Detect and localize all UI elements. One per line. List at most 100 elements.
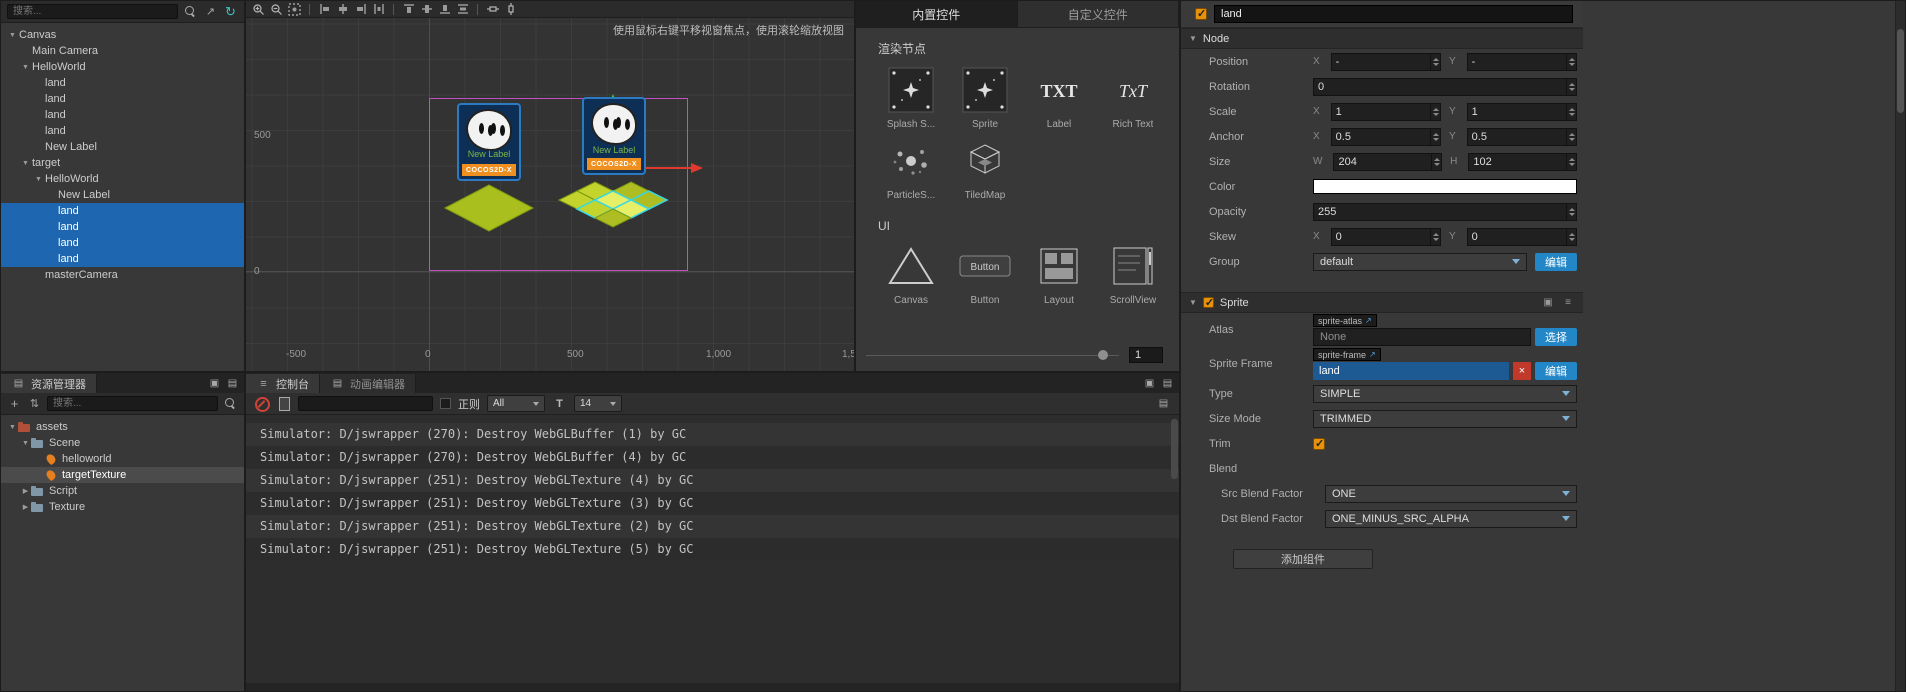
search-icon[interactable] (223, 396, 238, 411)
tab-assets[interactable]: 资源管理器 (1, 374, 97, 393)
widget-item-button[interactable]: Button Button (952, 241, 1018, 306)
hierarchy-tree-row[interactable]: land (1, 235, 244, 251)
node-section-header[interactable]: ▼ Node (1181, 28, 1583, 49)
scale-y-input[interactable]: 1 (1466, 102, 1577, 121)
zoom-out-icon[interactable] (270, 3, 283, 16)
hierarchy-tree-row[interactable]: land (1, 219, 244, 235)
sprite-section-header[interactable]: ▼ Sprite (1181, 292, 1583, 313)
group-dropdown[interactable]: default (1313, 252, 1527, 271)
scene-viewport[interactable]: 使用鼠标右键平移视窗焦点，使用滚轮缩放视图 COCOS2D-X COCOS2D-… (246, 18, 854, 371)
widget-item-sprite[interactable]: Sprite (952, 65, 1018, 130)
stepper[interactable] (1566, 103, 1576, 120)
stepper[interactable] (1430, 228, 1440, 245)
console-scrollbar[interactable] (1171, 419, 1178, 479)
sprite-frame-value-field[interactable]: land (1313, 362, 1509, 380)
stepper[interactable] (1566, 53, 1576, 70)
size-mode-dropdown[interactable]: TRIMMED (1313, 409, 1577, 428)
distribute-v-icon[interactable] (456, 3, 469, 16)
stepper[interactable] (1431, 153, 1441, 170)
hierarchy-tree-row[interactable]: target (1, 155, 244, 171)
panel-layout-icon[interactable] (225, 376, 240, 391)
clear-console-icon[interactable] (254, 396, 270, 412)
trim-checkbox[interactable] (1313, 437, 1325, 450)
expander-icon[interactable] (7, 32, 18, 39)
refresh-icon[interactable] (223, 4, 238, 19)
asset-tree-row[interactable]: Scene (1, 435, 244, 451)
stepper[interactable] (1566, 203, 1576, 220)
stepper[interactable] (1430, 103, 1440, 120)
hierarchy-tree-row[interactable]: land (1, 123, 244, 139)
expander-icon[interactable] (33, 176, 44, 183)
cocos-logo-sprite[interactable]: COCOS2D-X (457, 103, 521, 181)
widget-item-layout[interactable]: Layout (1026, 241, 1092, 306)
align-left-icon[interactable] (318, 3, 331, 16)
asset-tree-row[interactable]: targetTexture (1, 467, 244, 483)
select-atlas-button[interactable]: 选择 (1535, 328, 1577, 346)
stepper[interactable] (1430, 53, 1440, 70)
add-asset-icon[interactable] (7, 396, 22, 411)
float-panel-icon[interactable] (207, 376, 222, 391)
inspector-scrollbar[interactable] (1895, 1, 1905, 691)
component-doc-icon[interactable] (1541, 296, 1555, 310)
stepper[interactable] (1566, 228, 1576, 245)
component-menu-icon[interactable] (1561, 296, 1575, 310)
tab-animation-editor[interactable]: 动画编辑器 (320, 374, 416, 393)
align-center-h-icon[interactable] (336, 3, 349, 16)
stepper[interactable] (1566, 153, 1576, 170)
edit-sprite-frame-button[interactable]: 编辑 (1535, 362, 1577, 380)
expander-icon[interactable] (20, 440, 31, 447)
widget-item-tiledmap[interactable]: TiledMap (952, 136, 1018, 201)
widget-item-label[interactable]: TXT Label (1026, 65, 1092, 130)
external-link-icon[interactable]: ↗ (1365, 316, 1372, 325)
external-link-icon[interactable] (203, 4, 218, 19)
search-icon[interactable] (183, 4, 198, 19)
tile-cluster[interactable] (557, 181, 669, 228)
skew-y-input[interactable]: 0 (1466, 227, 1577, 246)
atlas-value-field[interactable]: None (1313, 328, 1531, 346)
sort-icon[interactable] (27, 396, 42, 411)
panel-layout-icon[interactable] (1160, 376, 1175, 391)
hierarchy-tree-row[interactable]: land (1, 251, 244, 267)
hierarchy-search-input[interactable] (7, 4, 178, 19)
widget-item-scrollview[interactable]: ScrollView (1100, 241, 1166, 306)
expander-icon[interactable] (20, 503, 31, 511)
tab-console[interactable]: 控制台 (246, 374, 320, 393)
log-file-icon[interactable] (276, 396, 291, 411)
expander-icon[interactable] (20, 64, 31, 71)
node-name-input[interactable] (1214, 5, 1573, 23)
position-y-input[interactable]: - (1466, 52, 1577, 71)
src-blend-dropdown[interactable]: ONE (1325, 484, 1577, 503)
hierarchy-tree-row[interactable]: HelloWorld (1, 171, 244, 187)
asset-tree-row[interactable]: Script (1, 483, 244, 499)
expander-icon[interactable] (7, 424, 18, 431)
expander-icon[interactable] (20, 487, 31, 495)
asset-tree-row[interactable]: assets (1, 419, 244, 435)
hierarchy-tree-row[interactable]: land (1, 75, 244, 91)
hierarchy-tree-row[interactable]: New Label (1, 187, 244, 203)
log-level-dropdown[interactable]: All (487, 395, 545, 412)
stepper[interactable] (1566, 78, 1576, 95)
scene-text-label[interactable]: New Label (457, 149, 521, 159)
slider-handle[interactable] (1098, 350, 1108, 360)
zoom-value-box[interactable]: 1 (1129, 347, 1163, 363)
slider-track[interactable] (866, 355, 1119, 356)
distribute-h-icon[interactable] (372, 3, 385, 16)
hierarchy-tree-row[interactable]: land (1, 107, 244, 123)
color-swatch[interactable] (1313, 179, 1577, 194)
zoom-in-icon[interactable] (252, 3, 265, 16)
hierarchy-tree-row[interactable]: land (1, 203, 244, 219)
sprite-enabled-checkbox[interactable] (1202, 296, 1214, 309)
widget-item-particles-[interactable]: ParticleS... (878, 136, 944, 201)
cocos-logo-sprite[interactable]: COCOS2D-X (582, 97, 646, 175)
hierarchy-tree-row[interactable]: land (1, 91, 244, 107)
node-active-checkbox[interactable] (1195, 7, 1207, 20)
stretch-h-icon[interactable] (486, 3, 499, 16)
external-link-icon[interactable]: ↗ (1369, 350, 1376, 359)
scene-text-label[interactable]: New Label (582, 145, 646, 155)
regex-checkbox[interactable] (440, 398, 451, 409)
console-filter-input[interactable] (298, 396, 433, 411)
scale-x-input[interactable]: 1 (1330, 102, 1441, 121)
type-dropdown[interactable]: SIMPLE (1313, 384, 1577, 403)
console-settings-icon[interactable] (1156, 396, 1171, 411)
widget-item-rich-text[interactable]: TxT Rich Text (1100, 65, 1166, 130)
